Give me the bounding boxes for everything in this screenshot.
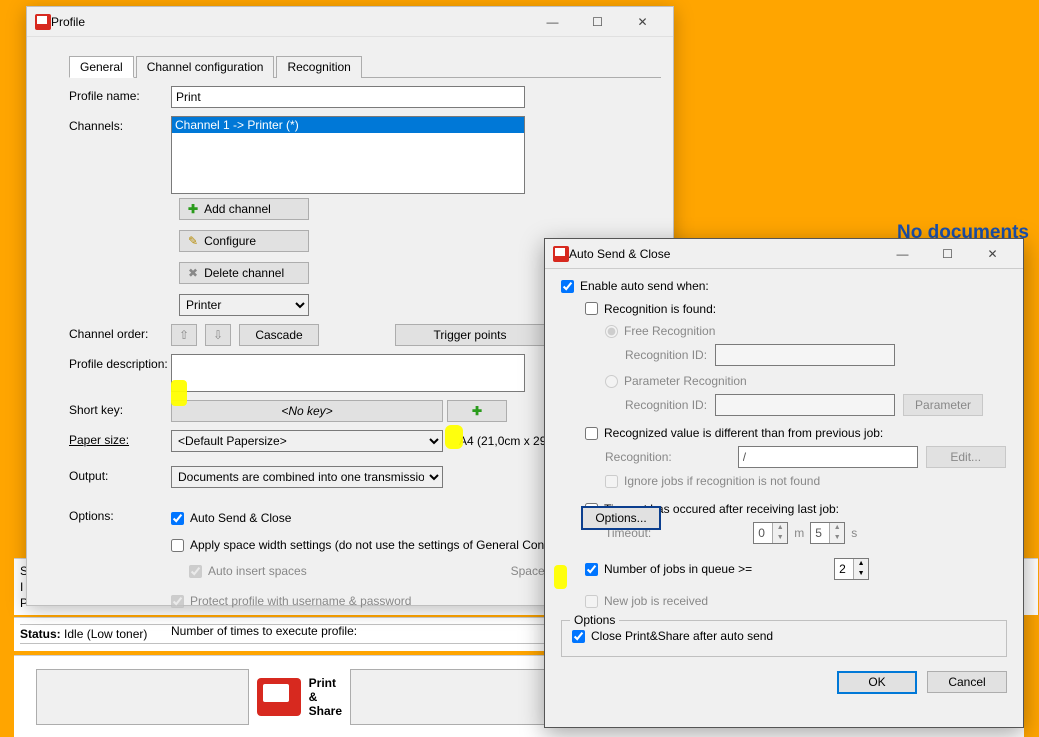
footer-button[interactable] (36, 669, 249, 725)
execute-count-label: Number of times to execute profile: (171, 624, 357, 638)
parameter-recognition-radio (605, 375, 618, 388)
profile-description-label: Profile description: (69, 354, 171, 371)
configure-button[interactable]: ✎ Configure (179, 230, 309, 252)
output-select[interactable]: Documents are combined into one transmis… (171, 466, 443, 488)
edit-button: Edit... (926, 446, 1006, 468)
output-label: Output: (69, 466, 171, 483)
parameter-recognition-label: Parameter Recognition (624, 374, 747, 388)
auto-send-close-checkbox[interactable]: Auto Send & Close (171, 511, 291, 525)
paper-size-select[interactable]: <Default Papersize> (171, 430, 443, 452)
recognition-id-label: Recognition ID: (625, 398, 707, 412)
profile-name-input[interactable] (171, 86, 525, 108)
plus-icon: ✚ (188, 202, 198, 216)
recognition-value-input (738, 446, 918, 468)
channels-label: Channels: (69, 116, 171, 133)
auto-send-close-window: Auto Send & Close — ☐ ✕ Enable auto send… (544, 238, 1024, 728)
printshare-text: Print&Share (309, 676, 342, 718)
options-button[interactable]: Options... (581, 506, 661, 530)
minimize-button[interactable]: — (880, 240, 925, 268)
add-channel-button[interactable]: ✚ Add channel (179, 198, 309, 220)
auto-insert-spaces-checkbox: Auto insert spaces (189, 564, 307, 578)
titlebar: Auto Send & Close — ☐ ✕ (545, 239, 1023, 269)
ignore-jobs-checkbox: Ignore jobs if recognition is not found (605, 474, 1007, 488)
app-icon (553, 246, 569, 262)
window-title: Profile (51, 15, 530, 29)
maximize-button[interactable]: ☐ (925, 240, 970, 268)
close-button[interactable]: ✕ (970, 240, 1015, 268)
recognition-found-checkbox[interactable]: Recognition is found: (585, 302, 716, 316)
options-legend: Options (570, 613, 619, 627)
channels-listbox[interactable]: Channel 1 -> Printer (*) (171, 116, 525, 194)
delete-channel-button[interactable]: ✖ Delete channel (179, 262, 309, 284)
num-jobs-checkbox[interactable]: Number of jobs in queue >= ▲▼ (585, 558, 1007, 580)
footer-button[interactable] (350, 669, 563, 725)
printer-select[interactable]: Printer (179, 294, 309, 316)
app-icon (35, 14, 51, 30)
plus-icon: ✚ (472, 404, 482, 418)
timeout-seconds-spinner: ▲▼ (810, 522, 845, 544)
parameter-button: Parameter (903, 394, 983, 416)
new-job-checkbox: New job is received (585, 594, 1007, 608)
short-key-button[interactable]: <No key> (171, 400, 443, 422)
channel-order-label: Channel order: (69, 324, 171, 341)
free-recognition-radio (605, 325, 618, 338)
tabs: General Channel configuration Recognitio… (69, 55, 661, 78)
delete-icon: ✖ (188, 266, 198, 280)
channel-list-item[interactable]: Channel 1 -> Printer (*) (172, 117, 524, 133)
recognition-id-input-2 (715, 394, 895, 416)
num-jobs-spinner[interactable]: ▲▼ (834, 558, 869, 580)
trigger-points-button[interactable]: Trigger points (395, 324, 545, 346)
short-key-label: Short key: (69, 400, 171, 417)
titlebar: Profile — ☐ ✕ (27, 7, 673, 37)
maximize-button[interactable]: ☐ (575, 8, 620, 36)
protect-profile-checkbox: Protect profile with username & password (171, 594, 411, 608)
profile-description-input[interactable] (171, 354, 525, 392)
tab-recognition[interactable]: Recognition (276, 56, 361, 78)
pencil-icon: ✎ (188, 234, 198, 248)
ok-button[interactable]: OK (837, 671, 917, 694)
timeout-minutes-spinner: ▲▼ (753, 522, 788, 544)
recognition-id-input (715, 344, 895, 366)
printshare-logo (257, 678, 301, 716)
close-button[interactable]: ✕ (620, 8, 665, 36)
enable-auto-send-checkbox[interactable]: Enable auto send when: (561, 279, 709, 293)
status-label: Status: (20, 627, 61, 641)
profile-name-label: Profile name: (69, 86, 171, 103)
options-label: Options: (69, 506, 171, 523)
recognition-label: Recognition: (605, 450, 672, 464)
recognition-id-label: Recognition ID: (625, 348, 707, 362)
cascade-button[interactable]: Cascade (239, 324, 319, 346)
move-down-button[interactable]: ⇩ (205, 324, 231, 346)
options-fieldset: Options Close Print&Share after auto sen… (561, 620, 1007, 657)
paper-size-link[interactable]: Paper size: (69, 430, 171, 447)
add-shortkey-button[interactable]: ✚ (447, 400, 507, 422)
window-title: Auto Send & Close (569, 247, 880, 261)
minimize-button[interactable]: — (530, 8, 575, 36)
move-up-button[interactable]: ⇧ (171, 324, 197, 346)
tab-channel-config[interactable]: Channel configuration (136, 56, 275, 78)
close-after-send-checkbox[interactable]: Close Print&Share after auto send (572, 629, 773, 643)
tab-general[interactable]: General (69, 56, 134, 78)
cancel-button[interactable]: Cancel (927, 671, 1007, 693)
recognized-value-diff-checkbox[interactable]: Recognized value is different than from … (585, 426, 1007, 440)
free-recognition-label: Free Recognition (624, 324, 715, 338)
